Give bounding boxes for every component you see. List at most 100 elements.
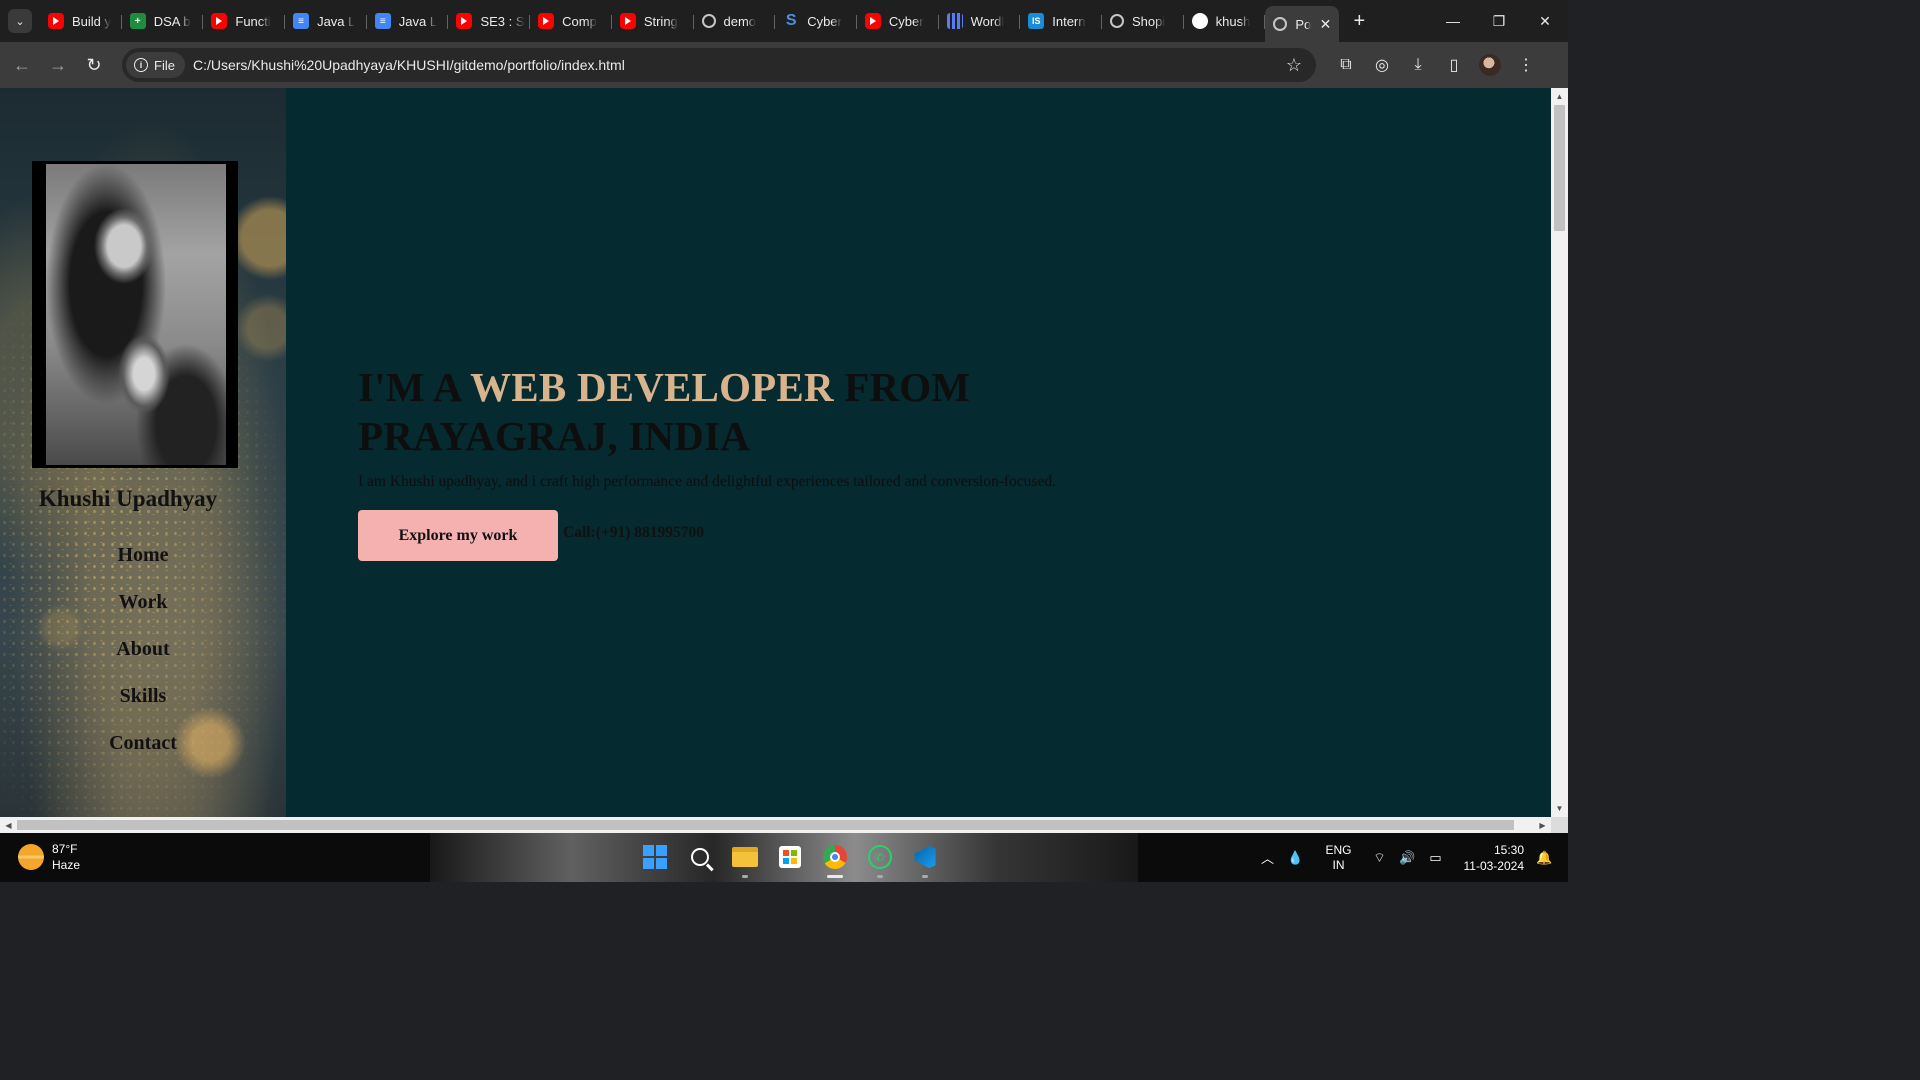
volume-icon[interactable]: 🔊 [1394, 850, 1422, 866]
browser-tab[interactable]: demo [694, 5, 776, 37]
profile-photo-image [46, 164, 226, 465]
vertical-scroll-thumb[interactable] [1554, 105, 1565, 231]
chrome-icon[interactable] [819, 841, 851, 878]
tab-title: demo [723, 13, 757, 29]
site-info-chip[interactable]: i File [126, 52, 185, 78]
tab-title: Build y [72, 13, 112, 29]
bookmark-star-icon[interactable]: ☆ [1286, 55, 1302, 76]
nav-item-skills[interactable]: Skills [0, 679, 286, 726]
scrollbar-corner [1551, 817, 1568, 833]
close-window-icon[interactable]: ✕ [1522, 0, 1568, 42]
browser-tab[interactable]: IS Intern [1020, 5, 1102, 37]
scroll-right-icon[interactable]: ▶ [1534, 817, 1551, 833]
browser-tab[interactable]: Cyber [857, 5, 939, 37]
download-icon[interactable]: ⤓ [1400, 47, 1436, 83]
globe-icon [1109, 14, 1124, 28]
browser-tab[interactable]: Functi [203, 5, 285, 37]
browser-tab[interactable]: + DSA b [122, 5, 204, 37]
restore-icon[interactable]: ❐ [1476, 0, 1522, 42]
close-tab-icon[interactable]: ✕ [1320, 16, 1332, 33]
browser-tab[interactable]: SE3 : S [448, 5, 530, 37]
side-panel-icon[interactable]: ▯ [1436, 47, 1472, 83]
nav-item-contact[interactable]: Contact [0, 726, 286, 773]
browser-tab[interactable]: ≡ Java L [367, 5, 449, 37]
docs-icon: ≡ [374, 13, 391, 29]
extensions-icon[interactable]: ⧉ [1328, 47, 1364, 83]
show-hidden-icons-chevron-icon[interactable]: ︿ [1253, 848, 1281, 867]
battery-icon[interactable]: ▭ [1422, 850, 1450, 866]
browser-tab[interactable]: Wordl [939, 5, 1021, 37]
globe-icon [701, 14, 716, 28]
haze-weather-icon [18, 844, 44, 870]
browser-tab[interactable]: Comp [530, 5, 612, 37]
whatsapp-icon[interactable]: ✆ [864, 841, 896, 878]
chip-label: File [154, 57, 175, 73]
is-icon: IS [1028, 13, 1045, 29]
docs-icon: ≡ [293, 13, 310, 29]
scroll-left-icon[interactable]: ◀ [0, 817, 17, 833]
language-indicator[interactable]: ENG IN [1325, 843, 1351, 873]
browser-tab[interactable]: S Cyber [775, 5, 857, 37]
nav-item-home[interactable]: Home [0, 538, 286, 585]
s-icon: S [785, 12, 797, 29]
scroll-up-icon[interactable]: ▲ [1551, 88, 1568, 105]
microsoft-store-icon[interactable] [774, 841, 806, 873]
scroll-down-icon[interactable]: ▼ [1551, 800, 1568, 817]
vscode-icon[interactable] [909, 841, 941, 878]
clock-time: 15:30 [1493, 842, 1524, 857]
notification-bell-icon[interactable]: 🔔 [1536, 850, 1556, 866]
tab-strip: ⌄ Build y + DSA b Functi ≡ Java L ≡ Java L … [0, 0, 1568, 42]
sidebar-nav: Home Work About Skills Contact [0, 538, 286, 773]
windows-start-icon[interactable] [639, 841, 671, 873]
browser-tab[interactable]: ≡ Java L [285, 5, 367, 37]
browser-tab[interactable]: String [612, 5, 694, 37]
window-controls: — ❐ ✕ [1430, 0, 1568, 42]
tab-title: DSA b [153, 13, 191, 29]
minimize-icon[interactable]: — [1430, 0, 1476, 42]
profile-name: Khushi Upadhyay [38, 486, 218, 511]
explore-work-button[interactable]: Explore my work [358, 510, 558, 561]
menu-kebab-icon[interactable]: ⋮ [1508, 47, 1544, 83]
globe-icon [1273, 17, 1288, 31]
browser-tab[interactable]: Build y [40, 5, 122, 37]
wifi-icon[interactable]: ⌔ [1366, 850, 1394, 866]
tab-title: Functi [235, 13, 271, 29]
clock-date: 11-03-2024 [1463, 858, 1525, 873]
profile-avatar[interactable] [1479, 54, 1501, 76]
forward-icon[interactable]: → [40, 47, 76, 83]
drop-icon[interactable]: 💧 [1281, 850, 1309, 866]
youtube-icon [619, 13, 636, 29]
cta-row: Explore my work Call:(+91) 881995700 [358, 510, 1118, 561]
weather-widget[interactable]: 87°F Haze [18, 841, 80, 873]
tab-title: Intern [1052, 13, 1086, 29]
new-tab-button[interactable]: + [1345, 7, 1373, 35]
horizontal-scrollbar[interactable]: ◀ ▶ [0, 817, 1551, 833]
tab-title: Java L [398, 13, 438, 29]
nav-item-work[interactable]: Work [0, 585, 286, 632]
nav-item-about[interactable]: About [0, 632, 286, 679]
sheets-icon: + [129, 13, 146, 29]
performance-icon[interactable]: ◎ [1364, 47, 1400, 83]
url-text[interactable]: C:/Users/Khushi%20Upadhyaya/KHUSHI/gitde… [193, 57, 625, 73]
tab-title: Wordl [970, 13, 1005, 29]
clock[interactable]: 15:30 11-03-2024 [1464, 842, 1525, 874]
sidebar: Khushi Upadhyay Home Work About Skills C… [0, 88, 286, 817]
youtube-icon [211, 13, 228, 29]
horizontal-scroll-thumb[interactable] [17, 820, 1514, 830]
file-explorer-icon[interactable] [729, 841, 761, 878]
address-bar[interactable]: i File C:/Users/Khushi%20Upadhyaya/KHUSH… [122, 48, 1316, 82]
browser-tab-active[interactable]: Po ✕ [1265, 6, 1340, 42]
vertical-scrollbar[interactable]: ▲ ▼ [1551, 88, 1568, 817]
weather-condition: Haze [52, 858, 81, 872]
browser-tab[interactable]: Shopi [1102, 5, 1184, 37]
back-icon[interactable]: ← [4, 47, 40, 83]
tab-list: Build y + DSA b Functi ≡ Java L ≡ Java L SE… [40, 0, 1340, 42]
reload-icon[interactable]: ↻ [76, 47, 112, 83]
browser-tab[interactable]: khush [1184, 5, 1266, 37]
tab-title: String [643, 13, 678, 29]
page-viewport: Khushi Upadhyay Home Work About Skills C… [0, 88, 1551, 817]
search-icon[interactable] [684, 841, 716, 873]
tab-title: khush [1215, 13, 1251, 29]
tab-search-button[interactable]: ⌄ [8, 9, 32, 33]
language-code: ENG [1325, 842, 1352, 857]
